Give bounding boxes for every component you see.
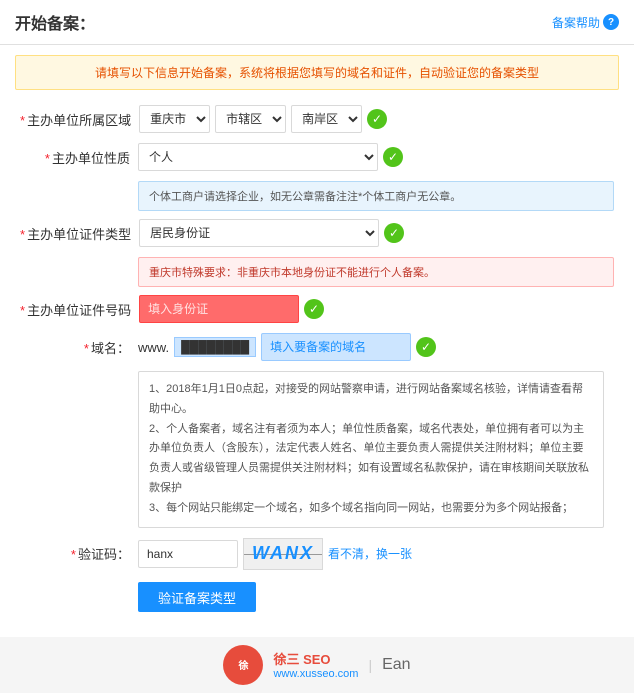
help-icon: ? <box>603 14 619 30</box>
captcha-image[interactable]: WANX <box>243 538 323 570</box>
domain-controls: www. ████████ ✓ <box>138 333 614 361</box>
info-text-3: 3、每个网站只能绑定一个域名，如多个域名指向同一网站，也需要分为多个网站报备； <box>149 502 573 514</box>
nature-verify-icon: ✓ <box>383 147 403 167</box>
id-number-row: *主办单位证件号码 ✓ <box>20 295 614 323</box>
id-type-label: *主办单位证件类型 <box>20 224 131 243</box>
footer-logo: 徐 <box>223 645 263 685</box>
required-star: * <box>20 113 25 128</box>
info-box: 1、2018年1月1日0点起，对接受的网站警察申请，进行网站备案域名核验，详情请… <box>138 371 604 528</box>
info-text: 1、2018年1月1日0点起，对接受的网站警察申请，进行网站备案域名核验，详情请… <box>149 383 583 415</box>
help-link[interactable]: 备案帮助 ? <box>552 14 619 31</box>
domain-input[interactable] <box>261 333 411 361</box>
notice-text: 请填写以下信息开始备案，系统将根据您填写的域名和证件，自动验证您的备案类型 <box>95 66 539 80</box>
id-type-select[interactable]: 居民身份证 <box>139 219 379 247</box>
footer-slogan: Ean <box>382 656 410 674</box>
id-verify-icon: ✓ <box>304 299 324 319</box>
page-header: 开始备案： 备案帮助 ? <box>0 0 634 45</box>
footer-company: 徐三 SEO <box>273 649 358 668</box>
nature-label: *主办单位性质 <box>20 148 130 167</box>
refresh-captcha-link[interactable]: 看不清，换一张 <box>328 545 412 562</box>
nature-hint: 个体工商户请选择企业，如无公章需备注注*个体工商户无公章。 <box>138 181 614 211</box>
id-type-verify-icon: ✓ <box>384 223 404 243</box>
footer-website: www.xusseo.com <box>273 668 358 680</box>
captcha-label: *验证码： <box>20 544 130 563</box>
id-warning: 重庆市特殊要求：非重庆市本地身份证不能进行个人备案。 <box>138 257 614 287</box>
captcha-controls: WANX 看不清，换一张 <box>138 538 614 570</box>
domain-prefix: www. <box>138 340 169 355</box>
captcha-row: *验证码： WANX 看不清，换一张 <box>20 538 614 570</box>
region-controls: 重庆市 市辖区 南岸区 ✓ <box>139 105 614 133</box>
help-label: 备案帮助 <box>552 14 600 31</box>
id-type-row: *主办单位证件类型 居民身份证 ✓ <box>20 219 614 247</box>
domain-row: *域名： www. ████████ ✓ <box>20 333 614 361</box>
region-verify-icon: ✓ <box>367 109 387 129</box>
required-star-5: * <box>84 341 89 356</box>
footer: 徐 徐三 SEO www.xusseo.com | Ean <box>0 637 634 693</box>
id-number-input[interactable] <box>139 295 299 323</box>
domain-label: *域名： <box>20 338 130 357</box>
captcha-text: WANX <box>252 543 314 564</box>
page-title: 开始备案： <box>15 10 95 34</box>
submit-button[interactable]: 验证备案类型 <box>138 582 256 612</box>
id-number-label: *主办单位证件号码 <box>20 300 131 319</box>
refresh-label: 看不清，换一张 <box>328 547 412 561</box>
required-star-3: * <box>20 227 25 242</box>
logo-text: 徐 <box>238 657 248 672</box>
domain-verify-icon: ✓ <box>416 337 436 357</box>
region-label: *主办单位所属区域 <box>20 110 131 129</box>
submit-area: 验证备案类型 <box>138 582 614 612</box>
notice-bar: 请填写以下信息开始备案，系统将根据您填写的域名和证件，自动验证您的备案类型 <box>15 55 619 90</box>
footer-info: 徐三 SEO www.xusseo.com <box>273 649 358 680</box>
info-text-2: 2、个人备案者，域名注有者须为本人；单位性质备案，域名代表处，单位拥有者可以为主… <box>149 423 589 494</box>
page-container: 开始备案： 备案帮助 ? 请填写以下信息开始备案，系统将根据您填写的域名和证件，… <box>0 0 634 693</box>
nature-select[interactable]: 个人 <box>138 143 378 171</box>
id-number-controls: ✓ <box>139 295 614 323</box>
captcha-input[interactable] <box>138 540 238 568</box>
domain-masked: ████████ <box>174 337 256 357</box>
required-star-6: * <box>71 547 76 562</box>
region-select-province[interactable]: 重庆市 <box>139 105 210 133</box>
required-star-2: * <box>45 151 50 166</box>
nature-controls: 个人 ✓ <box>138 143 614 171</box>
region-select-district[interactable]: 南岸区 <box>291 105 362 133</box>
id-type-controls: 居民身份证 ✓ <box>139 219 614 247</box>
region-row: *主办单位所属区域 重庆市 市辖区 南岸区 ✓ <box>20 105 614 133</box>
required-star-4: * <box>20 303 25 318</box>
nature-row: *主办单位性质 个人 ✓ <box>20 143 614 171</box>
region-select-city[interactable]: 市辖区 <box>215 105 286 133</box>
form-container: *主办单位所属区域 重庆市 市辖区 南岸区 ✓ *主办单位性质 <box>0 100 634 627</box>
footer-divider: | <box>368 657 372 673</box>
